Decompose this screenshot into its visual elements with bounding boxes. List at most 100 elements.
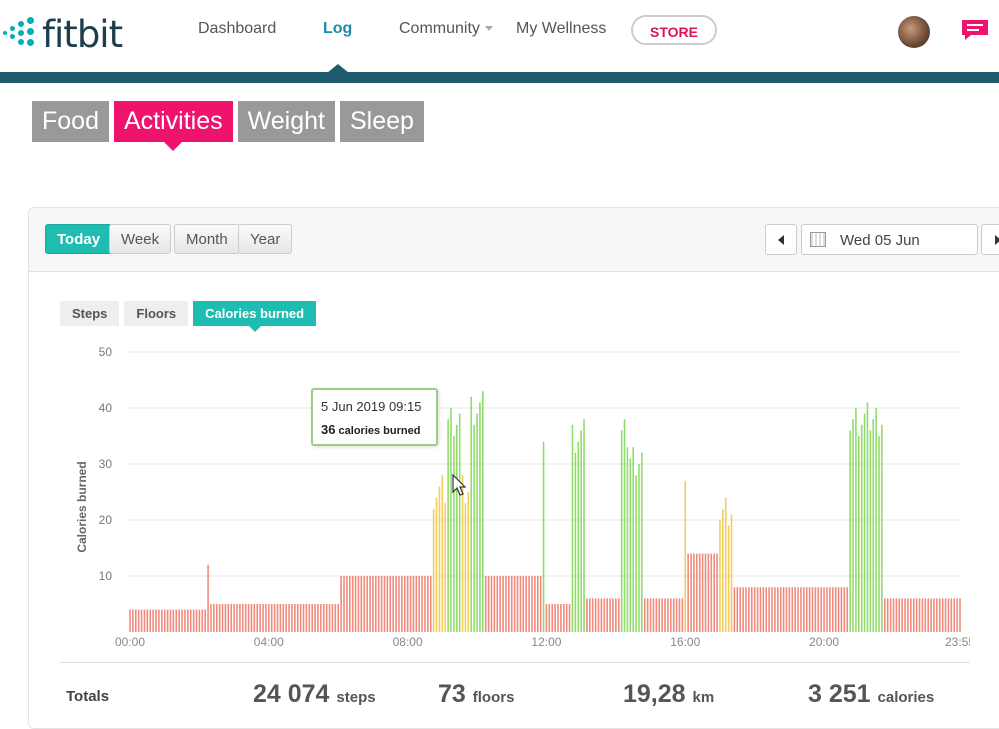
bar [325, 604, 328, 632]
bar [239, 604, 241, 632]
bar [155, 609, 157, 632]
avatar[interactable] [898, 16, 930, 48]
logo-text: fitbit [42, 12, 123, 56]
bar [291, 604, 293, 632]
total-steps-unit: steps [336, 689, 376, 706]
nav-log[interactable]: Log [323, 20, 352, 38]
total-distance: 19,28 km [623, 680, 714, 709]
bar [956, 598, 958, 632]
range-week-button[interactable]: Week [109, 224, 172, 254]
total-steps-value: 24 074 [253, 680, 330, 708]
bar [392, 576, 394, 632]
bar [479, 402, 481, 632]
bar [782, 587, 785, 632]
bar [710, 553, 713, 632]
chevron-right-icon [995, 235, 999, 245]
bar [539, 576, 542, 632]
bar [681, 598, 684, 632]
previous-day-button[interactable] [765, 224, 797, 255]
nav-community[interactable]: Community [399, 20, 493, 38]
bar [493, 576, 496, 632]
bar [513, 576, 516, 632]
y-axis-label: Calories burned [75, 461, 89, 552]
y-tick-label: 50 [99, 345, 113, 359]
tooltip-date: 5 Jun 2019 09:15 [321, 399, 422, 414]
bar [941, 598, 944, 632]
bar [516, 576, 519, 632]
bar [421, 576, 423, 632]
bar [591, 598, 594, 632]
bar [739, 587, 742, 632]
bar [907, 598, 909, 632]
metric-tabs: Steps Floors Calories burned [60, 301, 317, 332]
bar [334, 604, 337, 632]
bar [262, 604, 264, 632]
bar [600, 598, 603, 632]
bar [901, 598, 903, 632]
bar [522, 576, 525, 632]
bar [765, 587, 768, 632]
tab-floors[interactable]: Floors [124, 301, 189, 326]
bar [161, 609, 163, 632]
tab-weight[interactable]: Weight [237, 101, 335, 142]
bar [435, 497, 438, 632]
bar [548, 604, 551, 632]
bar [696, 553, 698, 632]
bar [461, 475, 464, 632]
bar [427, 576, 429, 632]
bar [800, 587, 802, 632]
y-tick-label: 20 [99, 513, 113, 527]
store-button[interactable]: STORE [631, 15, 717, 45]
bar [215, 604, 218, 632]
bar [169, 609, 172, 632]
bar [589, 598, 591, 632]
bar [346, 576, 348, 632]
bar [140, 609, 143, 632]
bar [574, 452, 577, 632]
messages-icon[interactable] [961, 19, 989, 41]
bar [236, 604, 238, 632]
date-picker[interactable]: Wed 05 Jun [801, 224, 978, 255]
tab-calories-burned[interactable]: Calories burned [193, 301, 317, 332]
bar [944, 598, 947, 632]
total-calories-unit: calories [877, 689, 935, 706]
bar [395, 576, 397, 632]
bar [609, 598, 611, 632]
tab-steps[interactable]: Steps [60, 301, 120, 326]
bar [863, 413, 866, 632]
bar [490, 576, 493, 632]
chevron-down-icon [484, 26, 493, 32]
bar [678, 598, 681, 632]
x-tick-label: 08:00 [393, 635, 423, 649]
nav-dashboard[interactable]: Dashboard [198, 20, 276, 38]
tab-activities[interactable]: Activities [113, 101, 233, 151]
bar [282, 604, 285, 632]
fitbit-logo[interactable]: fitbit [0, 12, 123, 56]
total-floors-value: 73 [438, 680, 466, 708]
bar [623, 419, 626, 632]
total-calories: 3 251 calories [808, 680, 934, 709]
calories-chart[interactable]: 10 20 30 40 50 Calories burned 00:00 04:00 08:00… [60, 335, 970, 655]
tab-sleep[interactable]: Sleep [339, 101, 424, 142]
bar [808, 587, 811, 632]
bar [354, 576, 357, 632]
bar [843, 587, 846, 632]
bar [256, 604, 259, 632]
bar [753, 587, 756, 632]
bar [308, 604, 311, 632]
nav-my-wellness[interactable]: My Wellness [516, 20, 606, 38]
bar [143, 609, 146, 632]
bar [453, 436, 455, 632]
bar [881, 424, 883, 632]
bar [655, 598, 658, 632]
bar [629, 458, 632, 632]
y-tick-label: 40 [99, 401, 113, 415]
range-year-button[interactable]: Year [238, 224, 293, 254]
next-day-button[interactable] [981, 224, 999, 255]
range-today-button[interactable]: Today [45, 224, 113, 254]
tab-food[interactable]: Food [32, 101, 109, 142]
bar [742, 587, 744, 632]
bar [912, 598, 915, 632]
range-month-button[interactable]: Month [174, 224, 240, 254]
bar [129, 609, 131, 632]
